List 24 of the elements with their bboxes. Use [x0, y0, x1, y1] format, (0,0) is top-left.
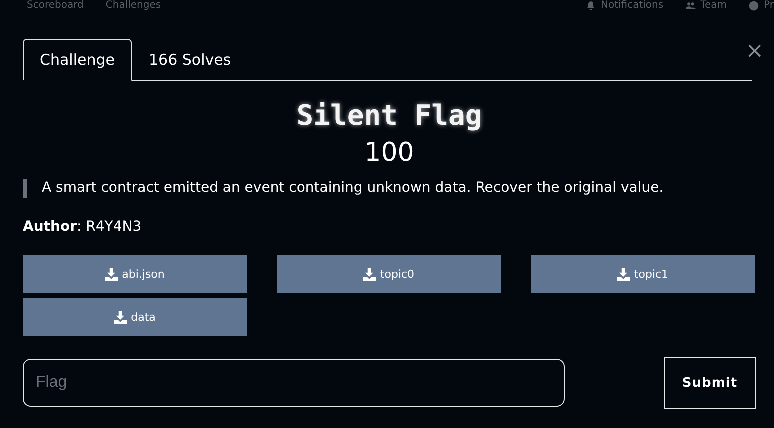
author-text: Author: R4Y4N3	[23, 218, 143, 236]
nav-link[interactable]: Challenges	[106, 0, 162, 12]
nav-link[interactable]: Team	[686, 0, 728, 12]
bell-icon	[586, 1, 596, 11]
download-button[interactable]: data	[23, 298, 247, 336]
nav-link[interactable]: Scoreboard	[27, 0, 84, 12]
download-button[interactable]: topic1	[531, 255, 755, 293]
submit-button[interactable]: Submit	[664, 357, 756, 409]
users-icon	[686, 1, 696, 11]
download-button[interactable]: abi.json	[23, 255, 247, 293]
flag-input[interactable]: Flag	[23, 359, 565, 407]
tab[interactable]: Challenge	[23, 39, 132, 81]
description-quote: A smart contract emitted an event containing unknown data. Recover the original value.	[23, 179, 756, 198]
nav-link[interactable]: Pr	[749, 0, 774, 12]
download-button[interactable]: topic0	[277, 255, 501, 293]
tab[interactable]: 166 Solves	[132, 39, 248, 81]
nav-link[interactable]: Notifications	[586, 0, 664, 12]
challenge-title: Silent Flag	[296, 99, 484, 133]
download-icon	[617, 268, 630, 280]
download-icon	[114, 310, 128, 324]
close-button[interactable]: ×	[746, 40, 764, 64]
download-icon	[363, 268, 376, 280]
download-icon	[105, 268, 118, 280]
challenge-points: 100	[364, 137, 416, 169]
